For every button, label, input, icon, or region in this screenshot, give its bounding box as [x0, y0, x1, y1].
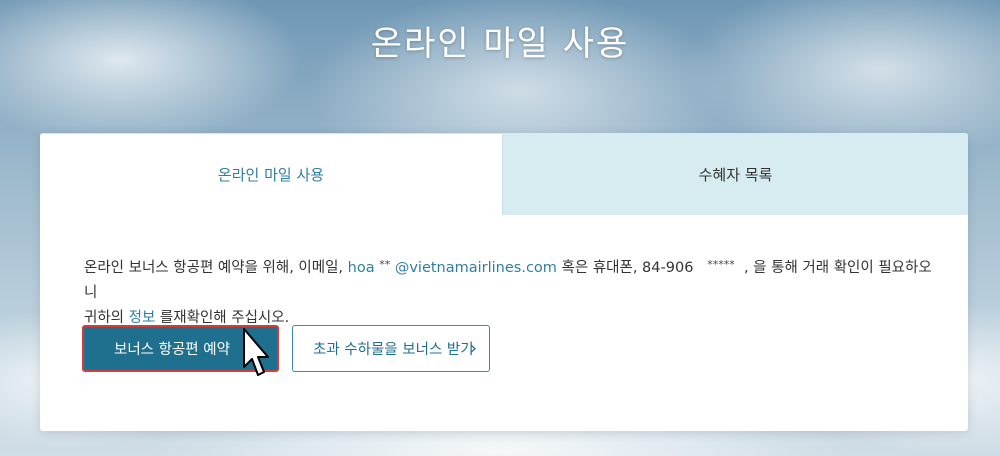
info-link[interactable]: 정보 [129, 310, 156, 326]
message-text: 혹은 휴대폰, 84-906 [556, 260, 694, 276]
tab-label: 온라인 마일 사용 [217, 166, 325, 184]
tab-online-miles[interactable]: 온라인 마일 사용 [40, 133, 503, 215]
verification-message: 온라인 보너스 항공편 예약을 위해, 이메일, hoa ** @vietnam… [84, 252, 934, 331]
excess-baggage-bonus-button[interactable]: 초과 수하물을 보너스 받기 › [292, 325, 490, 372]
content-panel: 온라인 마일 사용 수혜자 목록 온라인 보너스 항공편 예약을 위해, 이메일… [40, 133, 968, 431]
tab-label: 수혜자 목록 [698, 165, 773, 184]
message-text: 귀하의 [84, 310, 129, 326]
chevron-right-icon: › [469, 338, 477, 359]
tab-beneficiary-list[interactable]: 수혜자 목록 [503, 133, 968, 215]
email-user: hoa [347, 260, 375, 276]
button-label: 보너스 항공편 예약 [114, 342, 230, 358]
phone-mask: ***** [707, 258, 735, 271]
email-mask: ** [379, 258, 391, 271]
button-label: 초과 수하물을 보너스 받기 [313, 342, 474, 358]
email-domain: @vietnamairlines.com [390, 260, 557, 276]
message-text: 를재확인해 주십시오. [155, 310, 290, 326]
page-title: 온라인 마일 사용 [370, 24, 630, 64]
mouse-cursor-icon [243, 328, 269, 376]
message-text: 온라인 보너스 항공편 예약을 위해, 이메일, [84, 260, 348, 276]
